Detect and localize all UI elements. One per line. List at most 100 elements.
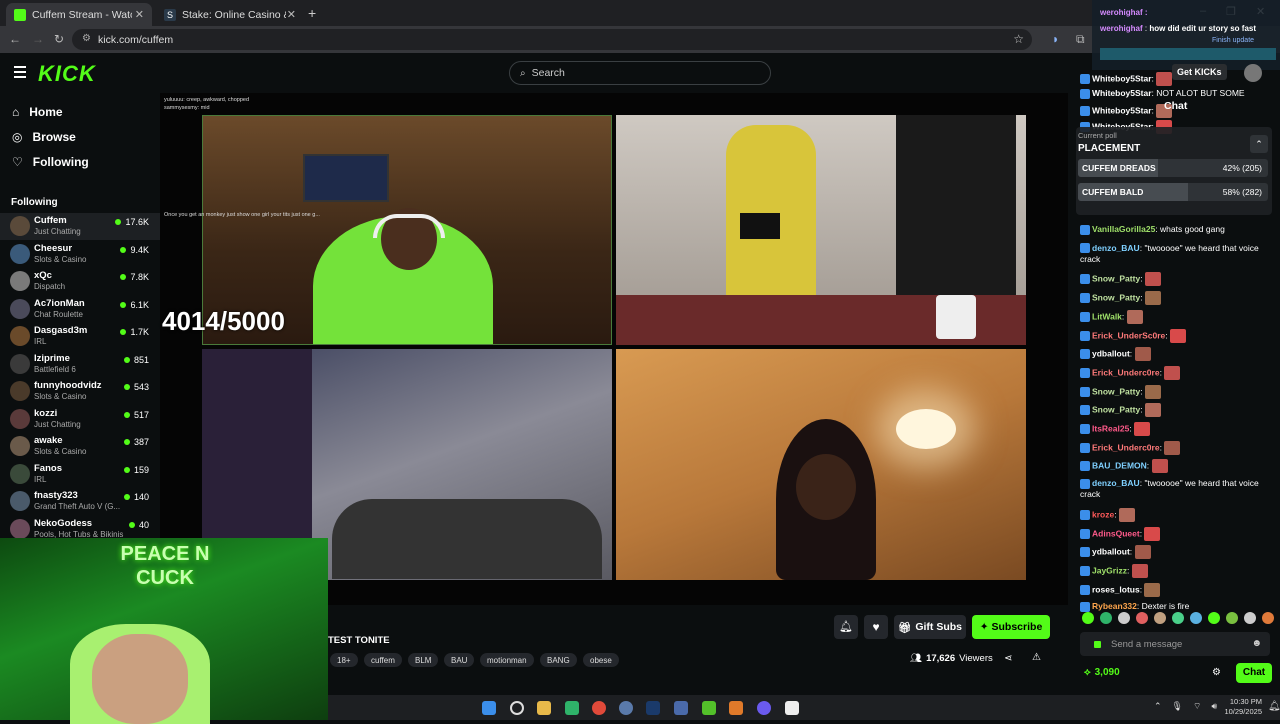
emote-icon[interactable] (1136, 612, 1148, 624)
tab-stake[interactable]: S Stake: Online Casino & Sports ✕ (156, 3, 304, 26)
windows-start-icon[interactable] (482, 701, 496, 715)
chat-username[interactable]: Snow_Patty (1092, 274, 1140, 284)
get-kicks-button[interactable]: Get KICKs (1172, 64, 1227, 80)
ad-banner[interactable] (1100, 48, 1276, 60)
collapse-poll-icon[interactable]: ⌃ (1250, 135, 1268, 153)
chat-username[interactable]: denzo_BAU (1092, 243, 1140, 253)
file-explorer-icon[interactable] (537, 701, 551, 715)
stream-tag[interactable]: obese (583, 653, 619, 667)
discord-icon[interactable] (757, 701, 771, 715)
stream-tag[interactable]: BLM (408, 653, 439, 667)
chat-username[interactable]: Erick_Underc0re (1092, 442, 1160, 452)
chat-username[interactable]: ItsReal25 (1092, 423, 1129, 433)
emote-icon[interactable] (1262, 612, 1274, 624)
clock[interactable]: 10:30 PM 10/29/2025 (1218, 697, 1262, 717)
emote-icon[interactable] (1244, 612, 1256, 624)
chat-username[interactable]: kroze (1092, 509, 1114, 519)
chrome-icon[interactable] (592, 701, 606, 715)
volume-icon[interactable]: 🔊︎ (1211, 701, 1217, 712)
site-info-icon[interactable]: ⚙ (82, 33, 91, 44)
stream-tag[interactable]: cuffem (364, 653, 402, 667)
close-tab-icon[interactable]: ✕ (135, 8, 144, 21)
user-avatar[interactable] (1244, 64, 1262, 82)
sidebar-channel-ac7ionman[interactable]: Ac7ionMan Chat Roulette 6.1K (0, 296, 160, 323)
notifications-icon[interactable]: 🔔︎ (1268, 701, 1280, 712)
chat-username[interactable]: BAU_DEMON (1092, 461, 1147, 471)
app-icon[interactable] (729, 701, 743, 715)
document-icon[interactable] (785, 701, 799, 715)
emote-icon[interactable] (1118, 612, 1130, 624)
chat-username[interactable]: ydballout (1092, 348, 1130, 358)
poll-option[interactable]: CUFFEM BALD 58% (282) (1078, 183, 1268, 201)
chat-username[interactable]: Snow_Patty (1092, 405, 1140, 415)
emote-icon[interactable] (1154, 612, 1166, 624)
send-chat-button[interactable]: Chat (1236, 663, 1272, 683)
emote-icon[interactable] (1190, 612, 1202, 624)
search-input[interactable]: ⌕ Search (509, 61, 771, 85)
nav-home[interactable]: ⌂ Home (12, 105, 63, 119)
steam-icon[interactable] (646, 701, 660, 715)
chat-username[interactable]: Whiteboy5Star (1092, 88, 1152, 98)
microphone-icon[interactable]: 🎙︎ (1172, 701, 1183, 712)
emote-icon[interactable] (1082, 612, 1094, 624)
sidebar-channel-funnyhoodvidz[interactable]: funnyhoodvidz Slots & Casino 543 (0, 378, 160, 405)
tab-cuffem[interactable]: Cuffem Stream - Watch Liv ✕ (6, 3, 152, 26)
nav-browse[interactable]: ◎ Browse (12, 130, 76, 144)
stream-tag[interactable]: BAU (444, 653, 475, 667)
sidebar-channel-awake[interactable]: awake Slots & Casino 387 (0, 433, 160, 460)
video-player[interactable]: yuluuuu: creep, awkward, chopped sammyse… (160, 93, 1084, 605)
emote-icon[interactable] (1172, 612, 1184, 624)
sidebar-channel-kozzi[interactable]: kozzi Just Chatting 517 (0, 406, 160, 433)
chat-username[interactable]: AdinsQueet (1092, 528, 1140, 538)
chat-username[interactable]: roses_lotus (1092, 584, 1140, 594)
extensions-puzzle-icon[interactable]: ⧉ (1076, 32, 1085, 47)
chat-username[interactable]: LitWalk (1092, 311, 1122, 321)
chat-username[interactable]: Whiteboy5Star (1092, 105, 1152, 115)
report-icon[interactable]: ⚠ (1032, 652, 1041, 663)
extension-icon[interactable]: ◗ (1052, 32, 1059, 46)
stream-tag[interactable]: 18+ (330, 653, 358, 667)
sidebar-channel-dasgasd3m[interactable]: Dasgasd3m IRL 1.7K (0, 323, 160, 350)
emote-icon[interactable] (1226, 612, 1238, 624)
reload-icon[interactable]: ↻ (54, 32, 64, 46)
wifi-icon[interactable]: ⌔ (1193, 701, 1201, 712)
chat-username[interactable]: Erick_Underc0re (1092, 367, 1160, 377)
stream-tag[interactable]: motionman (480, 653, 534, 667)
follow-heart-icon[interactable]: ♥ (864, 615, 888, 639)
app-icon[interactable] (619, 701, 633, 715)
share-icon[interactable]: ⋖ (1004, 653, 1012, 664)
chat-input[interactable]: Send a message ☻ (1080, 632, 1270, 656)
chat-username[interactable]: Snow_Patty (1092, 292, 1140, 302)
search-taskbar-icon[interactable] (510, 701, 524, 715)
poll-option[interactable]: CUFFEM DREADS 42% (205) (1078, 159, 1268, 177)
sidebar-channel-fanos[interactable]: Fanos IRL 159 (0, 461, 160, 488)
chat-username[interactable]: Rybean332 (1092, 601, 1137, 611)
back-icon[interactable]: ← (9, 32, 21, 46)
emote-icon[interactable] (1208, 612, 1220, 624)
nav-following[interactable]: ♡ Following (12, 155, 89, 169)
minecraft-icon[interactable] (702, 701, 716, 715)
channel-points[interactable]: ⟡ 3,090 (1084, 667, 1120, 678)
sidebar-channel-xqc[interactable]: xQc Dispatch 7.8K (0, 268, 160, 295)
close-tab-icon[interactable]: ✕ (287, 8, 296, 21)
address-bar[interactable]: ⚙ kick.com/cuffem ☆ (72, 29, 1032, 50)
chat-settings-icon[interactable]: ⚙ (1212, 667, 1221, 678)
chat-username[interactable]: Snow_Patty (1092, 386, 1140, 396)
chat-username[interactable]: ydballout (1092, 546, 1130, 556)
chat-username[interactable]: VanillaGorilla25 (1092, 224, 1155, 234)
chat-username[interactable]: JayGrizz (1092, 565, 1127, 575)
emote-icon[interactable] (1100, 612, 1112, 624)
sidebar-channel-cheesur[interactable]: Cheesur Slots & Casino 9.4K (0, 241, 160, 268)
bookmark-star-icon[interactable]: ☆ (1013, 32, 1024, 46)
sidebar-channel-cuffem[interactable]: Cuffem Just Chatting 17.6K (0, 213, 160, 240)
stream-tag[interactable]: BANG (540, 653, 577, 667)
kick-logo[interactable]: KICK (38, 61, 96, 87)
sidebar-channel-iziprime[interactable]: Iziprime Battlefield 6 851 (0, 351, 160, 378)
forward-icon[interactable]: → (32, 32, 44, 46)
emoji-icon[interactable]: ☻ (1251, 638, 1262, 649)
finish-update-link[interactable]: Finish update (1212, 37, 1254, 44)
chevron-up-icon[interactable]: ⌃ (1154, 701, 1162, 712)
sidebar-channel-fnasty323[interactable]: fnasty323 Grand Theft Auto V (G... 140 (0, 488, 160, 515)
app-icon[interactable] (565, 701, 579, 715)
chat-username[interactable]: denzo_BAU (1092, 478, 1140, 488)
